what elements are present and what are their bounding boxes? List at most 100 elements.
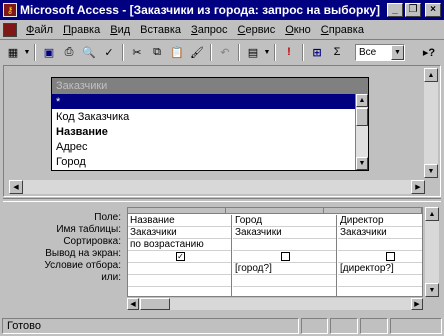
- minimize-button[interactable]: _: [387, 3, 403, 17]
- scroll-up-icon[interactable]: ▲: [356, 94, 368, 107]
- menu-edit[interactable]: Правка: [58, 24, 105, 36]
- field-list-item[interactable]: *: [52, 94, 368, 109]
- design-grid-pane: Поле: Имя таблицы: Сортировка: Вывод на …: [3, 203, 441, 313]
- restore-icon: ❐: [408, 4, 418, 15]
- field-list-window[interactable]: Заказчики * Код Заказчика Название Адрес…: [51, 77, 369, 171]
- column-selector[interactable]: [128, 208, 226, 214]
- status-panel: [360, 318, 389, 334]
- menu-help[interactable]: Справка: [316, 24, 369, 36]
- sort-cell[interactable]: по возрастанию: [128, 239, 231, 251]
- top-values-select[interactable]: Все ▼: [355, 43, 405, 61]
- grid-column-3: Директор Заказчики [директор?]: [338, 215, 422, 296]
- toolbar-separator: [34, 43, 36, 61]
- scroll-down-icon[interactable]: ▼: [425, 283, 439, 297]
- cut-icon[interactable]: ✂: [127, 43, 147, 61]
- or-cell[interactable]: [128, 275, 231, 287]
- table-pane-canvas: Заказчики * Код Заказчика Название Адрес…: [9, 68, 419, 178]
- key-icon[interactable]: ⚷: [3, 3, 17, 17]
- view-icon[interactable]: ▦: [3, 43, 23, 61]
- table-cell[interactable]: Заказчики: [128, 227, 231, 239]
- scroll-up-icon[interactable]: ▲: [424, 68, 438, 82]
- column-selector[interactable]: [324, 208, 422, 214]
- query-type-icon[interactable]: ▤: [243, 43, 263, 61]
- scroll-left-icon[interactable]: ◀: [127, 298, 139, 310]
- field-list-item[interactable]: Город: [52, 154, 368, 169]
- table-pane-vscroll[interactable]: ▲ ▼: [424, 68, 438, 178]
- sort-cell[interactable]: [338, 239, 422, 251]
- print-preview-icon[interactable]: 🔍: [79, 43, 99, 61]
- column-selector[interactable]: [226, 208, 324, 214]
- minimize-icon: _: [392, 4, 398, 15]
- title-bar[interactable]: ⚷ Microsoft Access - [Заказчики из город…: [0, 0, 444, 20]
- menu-insert[interactable]: Вставка: [135, 24, 186, 36]
- or-cell[interactable]: [233, 275, 336, 287]
- format-painter-icon[interactable]: 🖌: [187, 43, 207, 61]
- show-table-icon[interactable]: ⊞: [307, 43, 327, 61]
- field-list-item[interactable]: Название: [52, 124, 368, 139]
- scroll-left-icon[interactable]: ◀: [9, 180, 23, 194]
- print-icon[interactable]: ⎙: [59, 43, 79, 61]
- status-bar: Готово: [0, 316, 444, 336]
- grid-column-1: Название Заказчики по возрастанию ✓: [128, 215, 232, 296]
- show-checkbox[interactable]: ✓: [176, 252, 185, 261]
- grid-vscroll[interactable]: ▲ ▼: [425, 207, 439, 297]
- pane-splitter[interactable]: [3, 198, 441, 202]
- menu-window[interactable]: Окно: [280, 24, 316, 36]
- table-pane-hscroll[interactable]: ◀ ▶: [9, 180, 425, 194]
- or-cell[interactable]: [338, 275, 422, 287]
- menu-tools[interactable]: Сервис: [233, 24, 281, 36]
- criteria-cell[interactable]: [128, 263, 231, 275]
- paste-icon[interactable]: 📋: [167, 43, 187, 61]
- grid-column-2: Город Заказчики [город?]: [233, 215, 337, 296]
- sort-cell[interactable]: [233, 239, 336, 251]
- grid-row-labels: Поле: Имя таблицы: Сортировка: Вывод на …: [3, 212, 125, 284]
- criteria-cell[interactable]: [город?]: [233, 263, 336, 275]
- field-cell[interactable]: Название: [128, 215, 231, 227]
- run-icon[interactable]: !: [279, 43, 299, 61]
- show-checkbox[interactable]: [386, 252, 395, 261]
- scroll-thumb[interactable]: [356, 108, 368, 126]
- show-cell: [338, 251, 422, 263]
- scroll-up-icon[interactable]: ▲: [425, 207, 439, 221]
- totals-icon[interactable]: Σ: [327, 43, 347, 61]
- toolbar: ▦ ▼ ▣ ⎙ 🔍 ✓ ✂ ⧉ 📋 🖌 ↶ ▤ ▼ ! ⊞ Σ Все ▼ ▸?: [0, 41, 444, 63]
- field-list-item[interactable]: Адрес: [52, 139, 368, 154]
- restore-button[interactable]: ❐: [405, 3, 421, 17]
- criteria-cell[interactable]: [директор?]: [338, 263, 422, 275]
- spelling-icon[interactable]: ✓: [99, 43, 119, 61]
- menu-file[interactable]: Файл: [21, 24, 58, 36]
- status-text: Готово: [2, 318, 299, 334]
- scroll-down-icon[interactable]: ▼: [356, 157, 368, 170]
- close-button[interactable]: ×: [425, 3, 441, 17]
- design-grid: Название Заказчики по возрастанию ✓ Горо…: [127, 207, 423, 297]
- help-icon[interactable]: ▸?: [419, 43, 439, 61]
- row-label-field: Поле:: [94, 212, 121, 223]
- grid-hscroll[interactable]: ◀ ▶: [127, 298, 423, 310]
- save-icon[interactable]: ▣: [39, 43, 59, 61]
- scroll-thumb[interactable]: [140, 298, 170, 310]
- field-cell[interactable]: Город: [233, 215, 336, 227]
- scroll-right-icon[interactable]: ▶: [411, 180, 425, 194]
- show-checkbox[interactable]: [281, 252, 290, 261]
- chevron-down-icon[interactable]: ▼: [391, 44, 404, 60]
- menu-view[interactable]: Вид: [105, 24, 135, 36]
- field-list-item[interactable]: Код Заказчика: [52, 109, 368, 124]
- undo-icon[interactable]: ↶: [215, 43, 235, 61]
- show-cell: ✓: [128, 251, 231, 263]
- field-list-title[interactable]: Заказчики: [52, 78, 368, 94]
- toolbar-separator: [274, 43, 276, 61]
- menu-query[interactable]: Запрос: [186, 24, 232, 36]
- table-cell[interactable]: Заказчики: [233, 227, 336, 239]
- copy-icon[interactable]: ⧉: [147, 43, 167, 61]
- table-cell[interactable]: Заказчики: [338, 227, 422, 239]
- status-panel: [330, 318, 359, 334]
- field-cell[interactable]: Директор: [338, 215, 422, 227]
- toolbar-separator: [302, 43, 304, 61]
- scroll-down-icon[interactable]: ▼: [424, 164, 438, 178]
- view-dropdown-icon[interactable]: ▼: [23, 43, 31, 61]
- query-type-dropdown-icon[interactable]: ▼: [263, 43, 271, 61]
- field-list-scrollbar[interactable]: ▲ ▼: [355, 94, 368, 170]
- document-icon[interactable]: [3, 22, 17, 37]
- status-panel: [390, 318, 442, 334]
- scroll-right-icon[interactable]: ▶: [411, 298, 423, 310]
